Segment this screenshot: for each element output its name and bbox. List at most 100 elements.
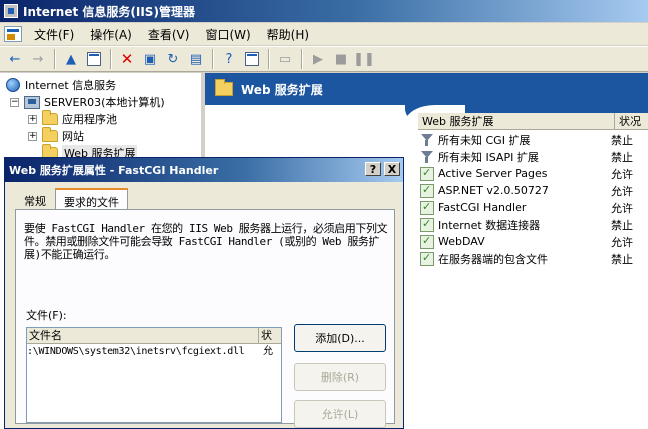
properties-dialog: Web 服务扩展属性 - FastCGI Handler ? X 常规 要求的文… — [4, 157, 404, 429]
column-header-filename[interactable]: 文件名 — [27, 328, 259, 343]
remove-button[interactable]: 删除(R) — [294, 363, 386, 391]
extension-status: 禁止 — [611, 133, 633, 147]
allowed-icon — [420, 166, 434, 181]
column-header-status[interactable]: 状况 — [615, 113, 648, 129]
list-item[interactable]: ASP.NET v2.0.50727 允许 — [418, 182, 648, 199]
help-icon[interactable]: ? — [218, 48, 240, 70]
menu-action[interactable]: 操作(A) — [82, 24, 140, 45]
menu-file[interactable]: 文件(F) — [26, 24, 82, 45]
files-list[interactable]: 文件名 状 :\WINDOWS\system32\inetsrv\fcgiext… — [26, 327, 282, 423]
close-button[interactable]: X — [384, 162, 400, 176]
list-item[interactable]: Active Server Pages 允许 — [418, 165, 648, 182]
list-item[interactable]: WebDAV 允许 — [418, 233, 648, 250]
back-icon[interactable]: ← — [4, 48, 26, 70]
tree-item-label: 网站 — [62, 130, 84, 143]
allowed-icon — [420, 234, 434, 249]
expand-icon[interactable]: + — [28, 114, 37, 124]
mmc-panel-icon[interactable] — [241, 48, 263, 70]
tree-item-websites[interactable]: + 网站 — [28, 127, 84, 144]
collapse-icon[interactable]: − — [10, 97, 19, 107]
list-item[interactable]: 所有未知 CGI 扩展 禁止 — [418, 131, 648, 148]
pane-title: Web 服务扩展 — [241, 82, 323, 97]
extension-status: 禁止 — [611, 218, 633, 232]
menu-window[interactable]: 窗口(W) — [197, 24, 258, 45]
iis-globe-icon — [6, 78, 20, 92]
dialog-title: Web 服务扩展属性 - FastCGI Handler — [9, 164, 219, 177]
extension-name: 所有未知 ISAPI 扩展 — [438, 150, 539, 164]
toolbar-separator — [54, 49, 56, 69]
delete-icon[interactable]: ✕ — [116, 48, 138, 70]
list-item[interactable]: 所有未知 ISAPI 扩展 禁止 — [418, 148, 648, 165]
list-header: Web 服务扩展 状况 — [418, 113, 648, 130]
toolbar-separator — [212, 49, 214, 69]
file-path: :\WINDOWS\system32\inetsrv\fcgiext.dll — [27, 346, 245, 357]
tree-item-label: SERVER03(本地计算机) — [44, 96, 165, 109]
tab-strip: 常规 要求的文件 — [15, 188, 128, 210]
tree-item-label: Internet 信息服务 — [25, 79, 117, 92]
tab-required-files[interactable]: 要求的文件 — [55, 188, 128, 210]
pane-banner: Web 服务扩展 — [205, 73, 648, 105]
properties-icon[interactable]: ▣ — [139, 48, 161, 70]
show-hide-tree-icon[interactable] — [83, 48, 105, 70]
folder-icon — [42, 110, 58, 125]
stop-icon[interactable]: ■ — [330, 48, 352, 70]
folder-icon — [215, 79, 233, 96]
extension-name: 在服务器端的包含文件 — [438, 252, 548, 266]
extension-name: Internet 数据连接器 — [438, 218, 541, 232]
allow-button[interactable]: 允许(L) — [294, 400, 386, 428]
toolbar: ← → ▲ ✕ ▣ ↻ ▤ ? ▭ ▶ ■ ❚❚ — [0, 46, 648, 72]
up-folder-icon[interactable]: ▲ — [60, 48, 82, 70]
tab-general[interactable]: 常规 — [15, 188, 55, 210]
allowed-icon — [420, 251, 434, 266]
toolbar-separator — [301, 49, 303, 69]
iis-app-icon — [4, 4, 18, 18]
filter-icon — [420, 133, 434, 147]
file-status: 允 — [263, 346, 273, 357]
extension-name: WebDAV — [438, 235, 485, 248]
menu-view[interactable]: 查看(V) — [140, 24, 198, 45]
extension-name: 所有未知 CGI 扩展 — [438, 133, 531, 147]
allowed-icon — [420, 217, 434, 232]
tab-panel-required-files: 要使 FastCGI Handler 在您的 IIS Web 服务器上运行，必须… — [15, 209, 395, 428]
window-title-bar[interactable]: Internet 信息服务(IIS)管理器 — [0, 0, 648, 22]
export-list-icon[interactable]: ▤ — [185, 48, 207, 70]
help-button[interactable]: ? — [365, 162, 381, 176]
extension-status: 允许 — [611, 184, 633, 198]
list-item[interactable]: Internet 数据连接器 禁止 — [418, 216, 648, 233]
mmc-window-icon[interactable] — [4, 26, 22, 42]
list-header: 文件名 状 — [27, 328, 281, 344]
extension-status: 禁止 — [611, 150, 633, 164]
folder-icon — [42, 127, 58, 142]
extension-name: ASP.NET v2.0.50727 — [438, 184, 549, 197]
extension-status: 禁止 — [611, 252, 633, 266]
tree-item-server[interactable]: − SERVER03(本地计算机) — [10, 94, 165, 110]
tree-item-app-pools[interactable]: + 应用程序池 — [28, 110, 117, 127]
add-button[interactable]: 添加(D)... — [294, 324, 386, 352]
forward-icon[interactable]: → — [27, 48, 49, 70]
computer-icon — [24, 95, 40, 109]
extension-status: 允许 — [611, 235, 633, 249]
tree-item-iis-root[interactable]: Internet 信息服务 — [6, 77, 116, 93]
toolbar-separator — [110, 49, 112, 69]
allowed-icon — [420, 200, 434, 215]
filter-icon — [420, 150, 434, 164]
files-label: 文件(F): — [26, 309, 67, 322]
list-item[interactable]: 在服务器端的包含文件 禁止 — [418, 250, 648, 267]
description-text: 要使 FastCGI Handler 在您的 IIS Web 服务器上运行，必须… — [24, 222, 388, 261]
refresh-icon[interactable]: ↻ — [162, 48, 184, 70]
extensions-list: Web 服务扩展 状况 所有未知 CGI 扩展 禁止 所有未知 ISAPI 扩展… — [418, 113, 648, 273]
dialog-title-bar[interactable]: Web 服务扩展属性 - FastCGI Handler — [5, 158, 403, 182]
menu-bar: 文件(F) 操作(A) 查看(V) 窗口(W) 帮助(H) — [0, 23, 648, 45]
table-row[interactable]: :\WINDOWS\system32\inetsrv\fcgiext.dll 允 — [27, 345, 281, 359]
pause-icon[interactable]: ❚❚ — [353, 48, 375, 70]
list-item[interactable]: FastCGI Handler 允许 — [418, 199, 648, 216]
extension-status: 允许 — [611, 167, 633, 181]
expand-icon[interactable]: + — [28, 131, 37, 141]
column-header-extension[interactable]: Web 服务扩展 — [418, 113, 615, 129]
column-header-status[interactable]: 状 — [259, 328, 281, 343]
computer-icon[interactable]: ▭ — [274, 48, 296, 70]
extension-name: Active Server Pages — [438, 167, 548, 180]
play-icon[interactable]: ▶ — [307, 48, 329, 70]
allowed-icon — [420, 183, 434, 198]
menu-help[interactable]: 帮助(H) — [259, 24, 317, 45]
